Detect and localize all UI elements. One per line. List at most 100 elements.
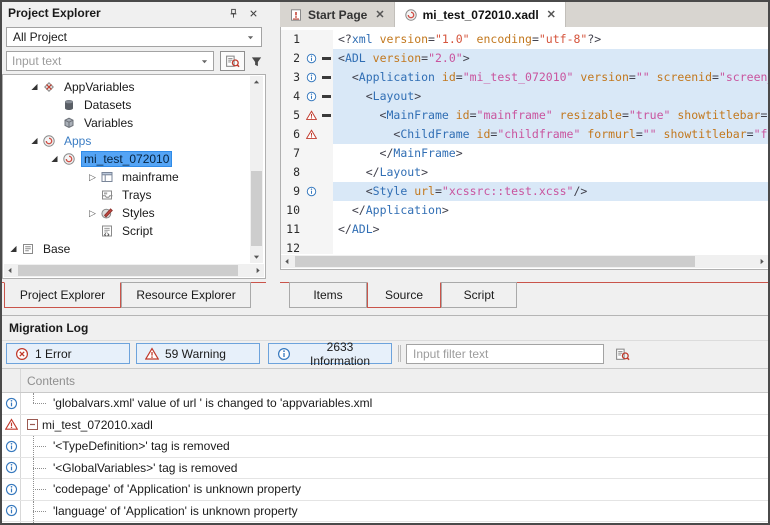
code-line[interactable]: 1<?xml version="1.0" encoding="utf-8"?> xyxy=(281,30,768,49)
code-line[interactable]: 11</ADL> xyxy=(281,220,768,239)
fold-gutter xyxy=(319,201,333,220)
tree-item-mainframe[interactable]: ▷ mainframe xyxy=(3,168,248,186)
tree-filter-button[interactable] xyxy=(248,52,264,70)
tree-connector xyxy=(33,393,49,414)
tab-start-page[interactable]: Start Page ✕ xyxy=(280,2,395,27)
close-tab-icon[interactable]: ✕ xyxy=(547,8,556,21)
tab-mi-test-072010-xadl[interactable]: mi_test_072010.xadl ✕ xyxy=(395,2,566,27)
code-line-text[interactable]: <ChildFrame id="childframe" formurl="" s… xyxy=(333,125,768,144)
pin-icon[interactable] xyxy=(226,6,240,20)
tree-expanded-expander-icon[interactable]: ◢ xyxy=(27,132,42,150)
tab-script[interactable]: Script xyxy=(441,282,517,308)
code-line[interactable]: 2<ADL version="2.0"> xyxy=(281,49,768,68)
scrollbar-thumb[interactable] xyxy=(295,256,695,267)
tree-item-script[interactable]: Script xyxy=(3,222,248,240)
code-line[interactable]: 7 </MainFrame> xyxy=(281,144,768,163)
tree-expanded-expander-icon[interactable]: ◢ xyxy=(6,240,21,258)
code-line-text[interactable]: <ADL version="2.0"> xyxy=(333,49,768,68)
appvariables-icon xyxy=(42,80,57,94)
scroll-left-icon[interactable] xyxy=(4,264,17,277)
code-line[interactable]: 4 <Layout> xyxy=(281,87,768,106)
project-filter-combobox[interactable]: All Project xyxy=(6,27,262,47)
tree-search-input[interactable] xyxy=(7,53,200,69)
code-line-text[interactable]: <Application id="mi_test_072010" version… xyxy=(333,68,768,87)
code-line-text[interactable]: <Style url="xcssrc::test.xcss"/> xyxy=(333,182,768,201)
code-line[interactable]: 3 <Application id="mi_test_072010" versi… xyxy=(281,68,768,87)
tab-project-explorer[interactable]: Project Explorer xyxy=(4,282,121,308)
information-filter-button[interactable]: 2633 Information xyxy=(268,343,392,364)
warning-filter-button[interactable]: 59 Warning xyxy=(136,343,260,364)
tree-collapsed-expander-icon[interactable]: ▷ xyxy=(85,204,100,222)
log-row[interactable]: '<TypeDefinition>' tag is removed xyxy=(2,436,768,458)
log-message: 'language' of 'Application' is unknown p… xyxy=(53,504,298,518)
tab-source[interactable]: Source xyxy=(367,282,441,308)
tree-item-variables[interactable]: Variables xyxy=(3,114,248,132)
tree-item-label: AppVariables xyxy=(61,79,138,95)
tree-item-label: mainframe xyxy=(119,169,182,185)
scrollbar-thumb[interactable] xyxy=(18,265,238,276)
code-line[interactable]: 12 xyxy=(281,239,768,254)
close-panel-icon[interactable] xyxy=(246,6,260,20)
close-tab-icon[interactable]: ✕ xyxy=(375,8,384,21)
migration-log-title: Migration Log xyxy=(2,316,768,341)
tree-item-appvariables[interactable]: ◢ AppVariables xyxy=(3,78,248,96)
scroll-down-icon[interactable] xyxy=(250,250,263,263)
code-line[interactable]: 8 </Layout> xyxy=(281,163,768,182)
scroll-right-icon[interactable] xyxy=(251,264,264,277)
log-row[interactable]: 'globalvars.xml' value of url ' is chang… xyxy=(2,393,768,415)
scroll-right-icon[interactable] xyxy=(755,255,768,268)
fold-marker[interactable] xyxy=(319,106,333,125)
search-document-icon xyxy=(615,347,630,362)
warning-marker-icon xyxy=(303,125,319,144)
code-line[interactable]: 10 </Application> xyxy=(281,201,768,220)
code-line-text[interactable]: <MainFrame id="mainframe" resizable="tru… xyxy=(333,106,768,125)
code-area[interactable]: 1<?xml version="1.0" encoding="utf-8"?>2… xyxy=(281,30,768,254)
code-line[interactable]: 5 <MainFrame id="mainframe" resizable="t… xyxy=(281,106,768,125)
log-row[interactable]: 'language' of 'Application' is unknown p… xyxy=(2,501,768,523)
code-line[interactable]: 6 <ChildFrame id="childframe" formurl=""… xyxy=(281,125,768,144)
chevron-down-icon[interactable] xyxy=(246,34,255,41)
log-search-button[interactable] xyxy=(612,344,632,364)
tree-item-styles[interactable]: ▷Styles xyxy=(3,204,248,222)
editor-horizontal-scrollbar[interactable] xyxy=(281,255,768,268)
tree-expanded-expander-icon[interactable]: ◢ xyxy=(27,78,42,96)
log-row[interactable]: 'codepage' of 'Application' is unknown p… xyxy=(2,479,768,501)
code-line-text[interactable]: </ADL> xyxy=(333,220,768,239)
script-icon xyxy=(100,224,115,238)
scroll-up-icon[interactable] xyxy=(250,76,263,89)
log-row[interactable]: mi_test_072010.xadl xyxy=(2,415,768,437)
tab-resource-explorer[interactable]: Resource Explorer xyxy=(121,282,251,308)
code-line-text[interactable]: </Application> xyxy=(333,201,768,220)
scroll-left-icon[interactable] xyxy=(281,255,294,268)
tree-item-datasets[interactable]: Datasets xyxy=(3,96,248,114)
tree-collapsed-expander-icon[interactable]: ▷ xyxy=(85,168,100,186)
icon-column-header xyxy=(2,369,21,392)
tab-items[interactable]: Items xyxy=(289,282,367,308)
fold-marker[interactable] xyxy=(319,49,333,68)
error-filter-button[interactable]: 1 Error xyxy=(6,343,130,364)
code-line[interactable]: 9 <Style url="xcssrc::test.xcss"/> xyxy=(281,182,768,201)
tree-search-button[interactable] xyxy=(220,51,245,71)
fold-marker[interactable] xyxy=(319,68,333,87)
tree-item-apps[interactable]: ◢Apps xyxy=(3,132,248,150)
log-row[interactable]: 'mainframeurl' of 'Application' is unkno… xyxy=(2,522,768,523)
tree-item-mi-test-072010[interactable]: ◢mi_test_072010 xyxy=(3,150,248,168)
log-row[interactable]: '<GlobalVariables>' tag is removed xyxy=(2,458,768,480)
tree-item-base[interactable]: ◢Base xyxy=(3,240,248,258)
tree-item-trays[interactable]: Trays xyxy=(3,186,248,204)
log-filter-input[interactable] xyxy=(407,345,603,363)
collapse-icon[interactable] xyxy=(27,419,38,430)
tree-expanded-expander-icon[interactable]: ◢ xyxy=(47,150,62,168)
tree-vertical-scrollbar[interactable] xyxy=(250,76,263,263)
code-line-text[interactable] xyxy=(333,239,768,254)
code-line-text[interactable]: </Layout> xyxy=(333,163,768,182)
code-line-text[interactable]: </MainFrame> xyxy=(333,144,768,163)
tree-item-label: Datasets xyxy=(81,97,134,113)
tree-horizontal-scrollbar[interactable] xyxy=(4,264,264,277)
scrollbar-thumb[interactable] xyxy=(251,171,262,246)
fold-marker[interactable] xyxy=(319,87,333,106)
code-line-text[interactable]: <Layout> xyxy=(333,87,768,106)
code-line-text[interactable]: <?xml version="1.0" encoding="utf-8"?> xyxy=(333,30,768,49)
chevron-down-icon[interactable] xyxy=(200,58,209,65)
info-marker-icon xyxy=(303,68,319,87)
